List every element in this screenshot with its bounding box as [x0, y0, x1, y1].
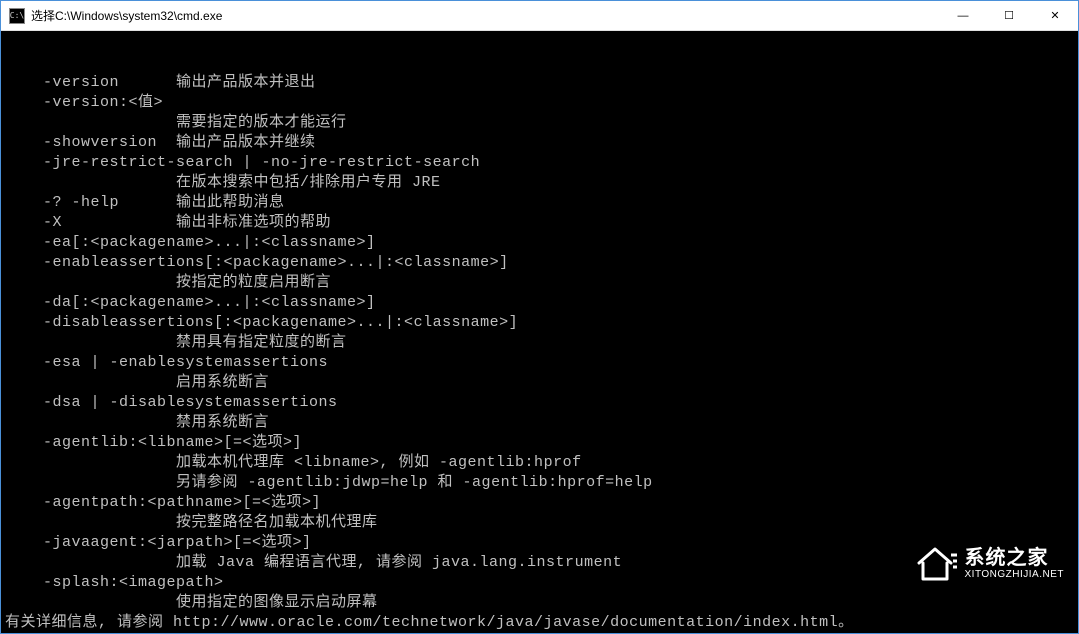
close-button[interactable]: ✕	[1032, 1, 1078, 30]
watermark-title: 系统之家	[965, 547, 1065, 569]
house-icon	[913, 503, 957, 623]
terminal-line: -jre-restrict-search | -no-jre-restrict-…	[5, 153, 1074, 173]
terminal-line: -showversion 输出产品版本并继续	[5, 133, 1074, 153]
terminal-line: -ea[:<packagename>...|:<classname>]	[5, 233, 1074, 253]
terminal-line: 禁用系统断言	[5, 413, 1074, 433]
watermark-subtitle: XITONGZHIJIA.NET	[965, 569, 1065, 580]
terminal-line: -dsa | -disablesystemassertions	[5, 393, 1074, 413]
terminal-line: -X 输出非标准选项的帮助	[5, 213, 1074, 233]
terminal-line: 需要指定的版本才能运行	[5, 113, 1074, 133]
cmd-window: C:\ 选择C:\Windows\system32\cmd.exe — ☐ ✕ …	[0, 0, 1079, 634]
terminal-line: -version:<值>	[5, 93, 1074, 113]
terminal-line: -version 输出产品版本并退出	[5, 73, 1074, 93]
app-icon: C:\	[9, 8, 25, 24]
watermark: 系统之家 XITONGZHIJIA.NET	[913, 503, 1065, 623]
app-icon-text: C:\	[10, 12, 24, 20]
terminal-line: 禁用具有指定粒度的断言	[5, 333, 1074, 353]
minimize-button[interactable]: —	[940, 1, 986, 30]
window-title: 选择C:\Windows\system32\cmd.exe	[31, 7, 940, 24]
terminal-line: -? -help 输出此帮助消息	[5, 193, 1074, 213]
titlebar[interactable]: C:\ 选择C:\Windows\system32\cmd.exe — ☐ ✕	[1, 1, 1078, 31]
window-controls: — ☐ ✕	[940, 1, 1078, 30]
maximize-button[interactable]: ☐	[986, 1, 1032, 30]
terminal-area[interactable]: -version 输出产品版本并退出 -version:<值> 需要指定的版本才…	[1, 31, 1078, 633]
terminal-line: 在版本搜索中包括/排除用户专用 JRE	[5, 173, 1074, 193]
terminal-line: -agentlib:<libname>[=<选项>]	[5, 433, 1074, 453]
terminal-line: -da[:<packagename>...|:<classname>]	[5, 293, 1074, 313]
terminal-line: 按指定的粒度启用断言	[5, 273, 1074, 293]
terminal-line: 另请参阅 -agentlib:jdwp=help 和 -agentlib:hpr…	[5, 473, 1074, 493]
terminal-line: -enableassertions[:<packagename>...|:<cl…	[5, 253, 1074, 273]
terminal-line: -disableassertions[:<packagename>...|:<c…	[5, 313, 1074, 333]
terminal-line: -esa | -enablesystemassertions	[5, 353, 1074, 373]
terminal-line: 加载本机代理库 <libname>, 例如 -agentlib:hprof	[5, 453, 1074, 473]
terminal-line: 启用系统断言	[5, 373, 1074, 393]
